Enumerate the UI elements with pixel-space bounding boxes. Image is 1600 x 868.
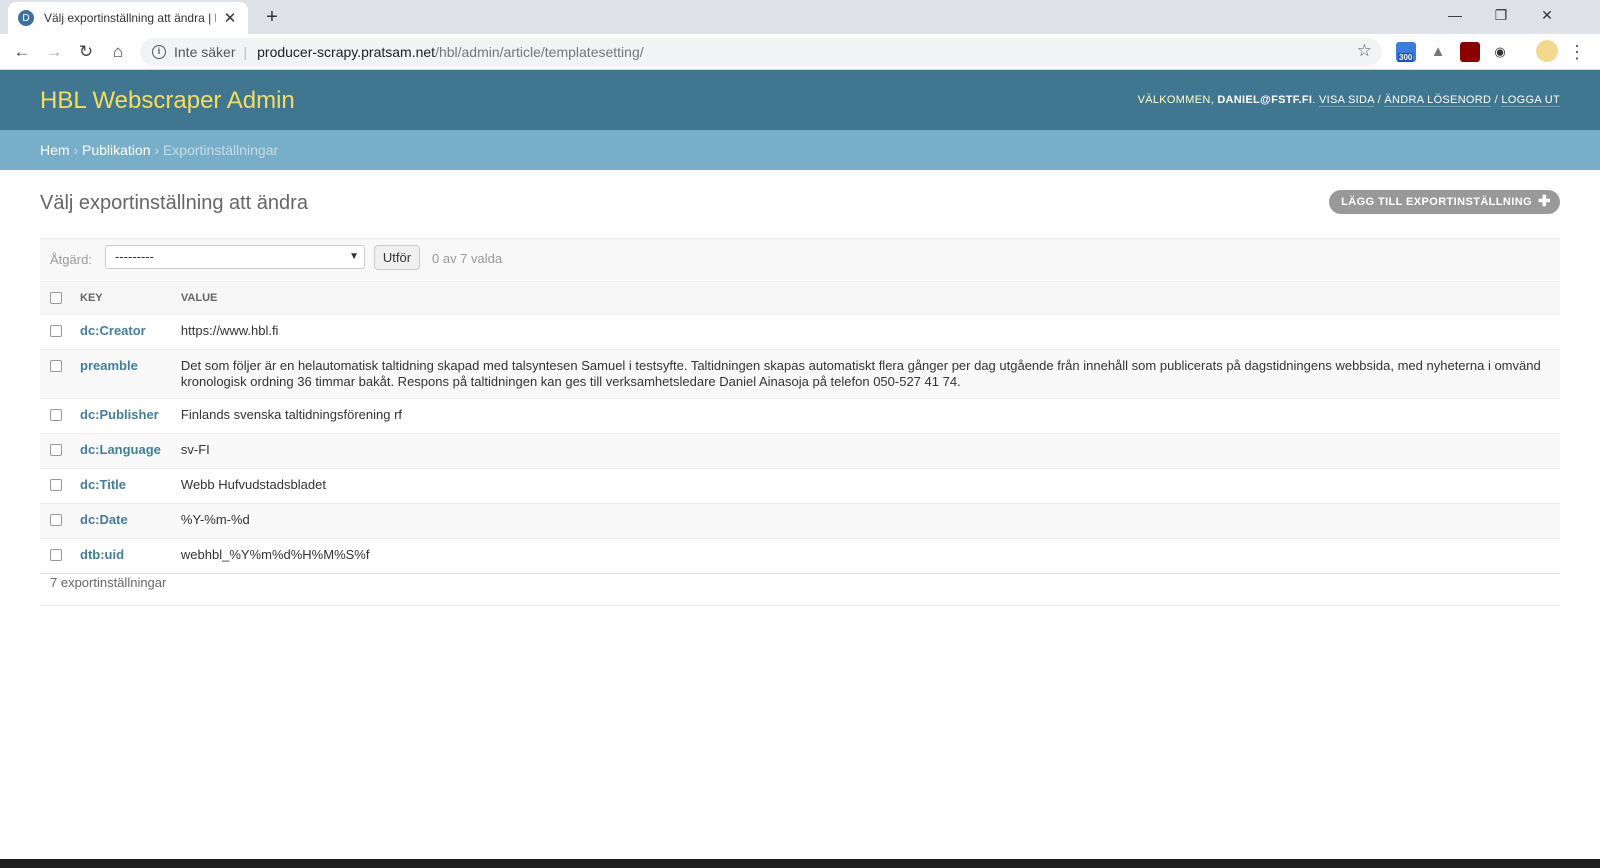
row-select-cell xyxy=(40,433,70,469)
row-key-link[interactable]: preamble xyxy=(70,349,171,399)
column-header-key[interactable]: KEY xyxy=(70,281,171,315)
browser-tab[interactable]: D Välj exportinställning att ändra | HBL… xyxy=(8,2,248,34)
row-select-cell xyxy=(40,398,70,434)
row-checkbox[interactable] xyxy=(50,325,62,337)
row-key-link[interactable]: dc:Language xyxy=(70,433,171,469)
site-branding[interactable]: HBL Webscraper Admin xyxy=(40,87,295,115)
close-window-icon[interactable]: ✕ xyxy=(1524,0,1570,30)
tab-title: Välj exportinställning att ändra | HBL W… xyxy=(44,11,216,25)
table-row: dc:Title Webb Hufvudstadsbladet xyxy=(40,468,1560,504)
extension-badge: 300 xyxy=(1398,53,1414,62)
row-value: Finlands svenska taltidningsförening rf xyxy=(170,398,1560,434)
plus-icon: ✚ xyxy=(1538,193,1551,210)
row-value: Webb Hufvudstadsbladet xyxy=(170,468,1560,504)
feed-extension-icon[interactable]: 300 xyxy=(1396,42,1416,62)
address-bar[interactable]: i Inte säker | producer-scrapy.pratsam.n… xyxy=(140,38,1382,66)
row-key-link[interactable]: dc:Title xyxy=(70,468,171,504)
change-password-link[interactable]: ÄNDRA LÖSENORD xyxy=(1384,94,1492,107)
dropdown-caret-icon: ▼ xyxy=(349,251,359,262)
select-all-checkbox[interactable] xyxy=(50,291,62,304)
action-label: Åtgärd: xyxy=(50,252,92,267)
eye-extension-icon[interactable]: ◉ xyxy=(1490,42,1510,62)
table-row: dc:Language sv-FI xyxy=(40,433,1560,469)
table-row: preamble Det som följer är en helautomat… xyxy=(40,349,1560,399)
home-icon[interactable]: ⌂ xyxy=(106,40,130,64)
os-taskbar xyxy=(0,859,1600,868)
row-select-cell xyxy=(40,349,70,399)
username: DANIEL@FSTF.FI xyxy=(1217,94,1313,106)
minimize-icon[interactable]: — xyxy=(1432,0,1478,30)
close-tab-icon[interactable]: ✕ xyxy=(222,9,238,27)
row-checkbox[interactable] xyxy=(50,479,62,491)
row-select-cell xyxy=(40,468,70,504)
back-icon[interactable]: ← xyxy=(10,40,34,64)
row-checkbox[interactable] xyxy=(50,444,62,456)
selection-counter: 0 av 7 valda xyxy=(432,251,503,266)
view-site-link[interactable]: VISA SIDA xyxy=(1319,94,1375,107)
row-value: %Y-%m-%d xyxy=(170,503,1560,539)
table-row: dc:Publisher Finlands svenska taltidning… xyxy=(40,398,1560,434)
row-checkbox[interactable] xyxy=(50,409,62,421)
user-tools: VÄLKOMMEN, DANIEL@FSTF.FI. VISA SIDA / Ä… xyxy=(1137,94,1560,107)
browser-menu-icon[interactable]: ⋮ xyxy=(1568,42,1586,62)
action-select-value: --------- xyxy=(115,249,154,264)
row-value: sv-FI xyxy=(170,433,1560,469)
reload-icon[interactable]: ↻ xyxy=(74,40,98,64)
url-path: /hbl/admin/article/templatesetting/ xyxy=(435,44,644,60)
security-label[interactable]: Inte säker xyxy=(174,44,235,60)
welcome-text: VÄLKOMMEN, xyxy=(1137,94,1214,106)
row-value: Det som följer är en helautomatisk talti… xyxy=(170,349,1560,399)
row-select-cell xyxy=(40,503,70,539)
bookmark-star-icon[interactable]: ☆ xyxy=(1357,41,1372,61)
row-select-cell xyxy=(40,314,70,350)
breadcrumb-current: Exportinställningar xyxy=(162,142,279,158)
drive-extension-icon[interactable]: ▲ xyxy=(1428,42,1448,62)
action-select[interactable]: --------- ▼ xyxy=(105,245,365,269)
usertools-separator: / xyxy=(1494,94,1498,106)
row-key-link[interactable]: dc:Date xyxy=(70,503,171,539)
url-host: producer-scrapy.pratsam.net xyxy=(257,44,436,60)
pdf-extension-icon[interactable] xyxy=(1460,42,1480,62)
row-checkbox[interactable] xyxy=(50,514,62,526)
add-setting-button[interactable]: LÄGG TILL EXPORTINSTÄLLNING ✚ xyxy=(1329,190,1560,214)
forward-icon[interactable]: → xyxy=(42,40,66,64)
new-tab-icon[interactable]: + xyxy=(260,6,284,28)
breadcrumb: Hem › Publikation › Exportinställningar xyxy=(0,130,1600,170)
profile-avatar[interactable] xyxy=(1536,40,1558,62)
add-setting-label: LÄGG TILL EXPORTINSTÄLLNING xyxy=(1341,196,1532,208)
page-title: Välj exportinställning att ändra xyxy=(40,192,308,214)
breadcrumb-app[interactable]: Publikation xyxy=(82,142,151,158)
run-action-button[interactable]: Utför xyxy=(374,245,420,270)
browser-toolbar: ← → ↻ ⌂ i Inte säker | producer-scrapy.p… xyxy=(0,34,1600,70)
select-all-cell xyxy=(40,281,70,315)
column-header-value: VALUE xyxy=(170,281,1560,315)
logout-link[interactable]: LOGGA UT xyxy=(1501,94,1560,107)
site-favicon-icon: D xyxy=(18,10,34,26)
table-row: dc:Creator https://www.hbl.fi xyxy=(40,314,1560,350)
row-key-link[interactable]: dc:Publisher xyxy=(70,398,171,434)
action-bar: Åtgärd: --------- ▼ Utför 0 av 7 valda xyxy=(40,238,1560,280)
row-value: https://www.hbl.fi xyxy=(170,314,1560,350)
result-table: KEY VALUE dc:Creator https://www.hbl.fi … xyxy=(40,281,1560,574)
breadcrumb-separator: › xyxy=(73,142,79,158)
restore-icon[interactable]: ❐ xyxy=(1478,0,1524,30)
paginator: 7 exportinställningar xyxy=(40,563,1560,606)
breadcrumb-home[interactable]: Hem xyxy=(40,142,70,158)
table-row: dc:Date %Y-%m-%d xyxy=(40,503,1560,539)
info-icon[interactable]: i xyxy=(152,45,166,59)
usertools-separator: / xyxy=(1377,94,1382,106)
browser-tab-bar: D Välj exportinställning att ändra | HBL… xyxy=(0,0,1600,34)
admin-header: HBL Webscraper Admin VÄLKOMMEN, DANIEL@F… xyxy=(0,70,1600,130)
omnibox-separator: | xyxy=(243,44,248,60)
row-key-link[interactable]: dc:Creator xyxy=(70,314,171,350)
row-checkbox[interactable] xyxy=(50,360,62,372)
breadcrumb-separator: › xyxy=(154,142,160,158)
row-checkbox[interactable] xyxy=(50,549,62,561)
